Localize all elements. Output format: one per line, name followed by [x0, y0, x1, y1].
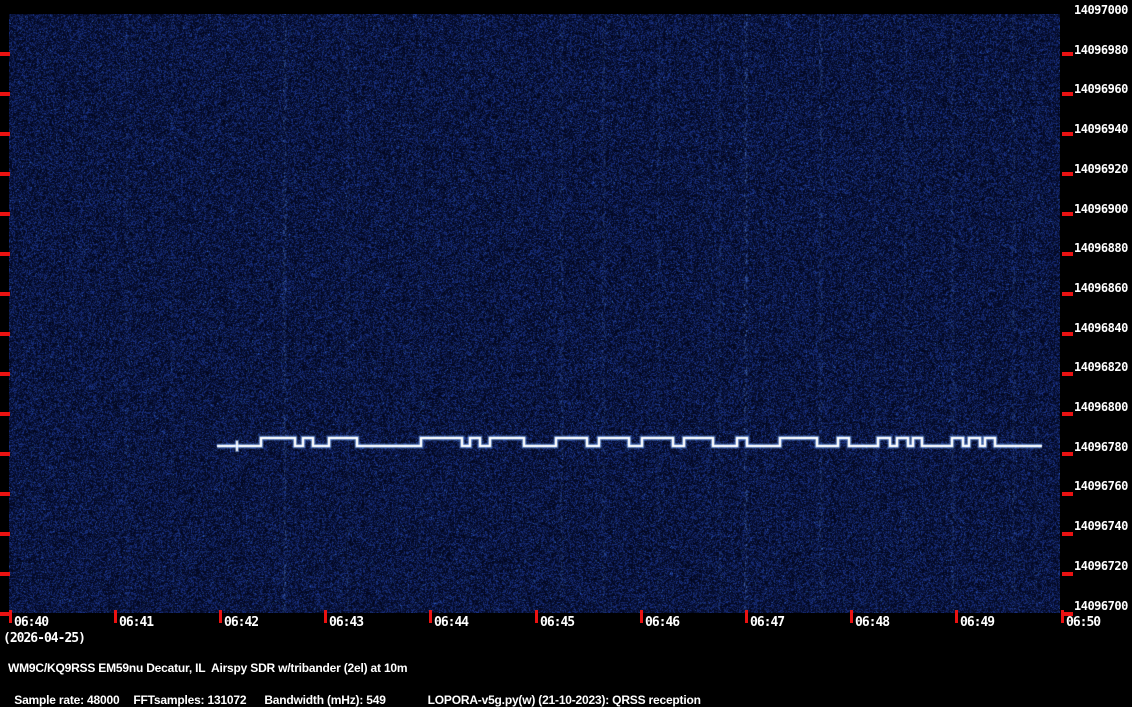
frequency-tick: [0, 372, 10, 376]
frequency-tick: [0, 172, 10, 176]
frequency-label: 14096940: [1074, 122, 1128, 136]
time-tick: [955, 610, 958, 623]
time-label: 06:47: [750, 615, 785, 630]
frequency-tick: [1062, 52, 1073, 56]
frequency-label: 14096720: [1074, 559, 1128, 573]
frequency-label: 14096700: [1074, 599, 1128, 613]
software-version-text: LOPORA-v5g.py(w) (21-10-2023): QRSS rece…: [427, 693, 701, 707]
frequency-label: 14096820: [1074, 360, 1128, 374]
frequency-label: 14096760: [1074, 479, 1128, 493]
frequency-tick: [1062, 292, 1073, 296]
frequency-label: 14096860: [1074, 281, 1128, 295]
frequency-tick: [1062, 172, 1073, 176]
frequency-label: 14096800: [1074, 400, 1128, 414]
time-tick: [429, 610, 432, 623]
frequency-tick: [0, 452, 10, 456]
time-tick: [324, 610, 327, 623]
frequency-tick: [1062, 492, 1073, 496]
time-tick: [640, 610, 643, 623]
station-info-line: WM9C/KQ9RSS EM59nu Decatur, IL Airspy SD…: [8, 661, 408, 675]
time-label: 06:50: [1066, 615, 1101, 630]
settings-info-line: Sample rate: 48000 FFTsamples: 131072 Band…: [8, 679, 701, 707]
frequency-label: 14096840: [1074, 321, 1128, 335]
time-tick: [1061, 610, 1064, 623]
qrss-grabber-window: { "header": { "date_label": "(2026-04-25…: [0, 0, 1132, 707]
time-label: 06:48: [855, 615, 890, 630]
frequency-tick: [1062, 372, 1073, 376]
date-label: (2026-04-25): [3, 631, 86, 646]
frequency-tick: [0, 212, 10, 216]
frequency-tick: [0, 292, 10, 296]
frequency-label: 14096960: [1074, 82, 1128, 96]
time-tick: [219, 610, 222, 623]
frequency-tick: [0, 332, 10, 336]
frequency-label: 14096780: [1074, 440, 1128, 454]
bandwidth-text: Bandwidth (mHz): 549: [264, 693, 386, 707]
time-tick: [114, 610, 117, 623]
fft-samples-text: FFTsamples: 131072: [133, 693, 247, 707]
frequency-tick: [1062, 92, 1073, 96]
frequency-tick: [0, 492, 10, 496]
frequency-tick: [1062, 132, 1073, 136]
frequency-tick: [0, 532, 10, 536]
waterfall-spectrogram: [9, 14, 1060, 613]
frequency-tick: [1062, 412, 1073, 416]
time-label: 06:40: [14, 615, 49, 630]
frequency-tick: [1062, 572, 1073, 576]
frequency-label: 14096740: [1074, 519, 1128, 533]
frequency-tick: [1062, 532, 1073, 536]
time-label: 06:45: [540, 615, 575, 630]
frequency-label: 14096920: [1074, 162, 1128, 176]
frequency-tick: [0, 252, 10, 256]
frequency-label: 14096980: [1074, 43, 1128, 57]
time-label: 06:44: [434, 615, 469, 630]
sample-rate-text: Sample rate: 48000: [14, 693, 120, 707]
time-label: 06:46: [645, 615, 680, 630]
time-label: 06:43: [329, 615, 364, 630]
frequency-tick: [1062, 452, 1073, 456]
frequency-label: 14096880: [1074, 241, 1128, 255]
frequency-tick: [1062, 212, 1073, 216]
time-label: 06:42: [224, 615, 259, 630]
time-label: 06:49: [960, 615, 995, 630]
frequency-tick: [0, 132, 10, 136]
time-tick: [745, 610, 748, 623]
time-label: 06:41: [119, 615, 154, 630]
frequency-tick: [1062, 252, 1073, 256]
time-tick: [535, 610, 538, 623]
frequency-tick: [1062, 332, 1073, 336]
frequency-tick: [0, 412, 10, 416]
time-tick: [9, 610, 12, 623]
frequency-label: 14096900: [1074, 202, 1128, 216]
time-tick: [850, 610, 853, 623]
frequency-tick: [0, 52, 10, 56]
frequency-tick: [0, 92, 10, 96]
frequency-label: 14097000: [1074, 3, 1128, 17]
frequency-tick: [0, 572, 10, 576]
